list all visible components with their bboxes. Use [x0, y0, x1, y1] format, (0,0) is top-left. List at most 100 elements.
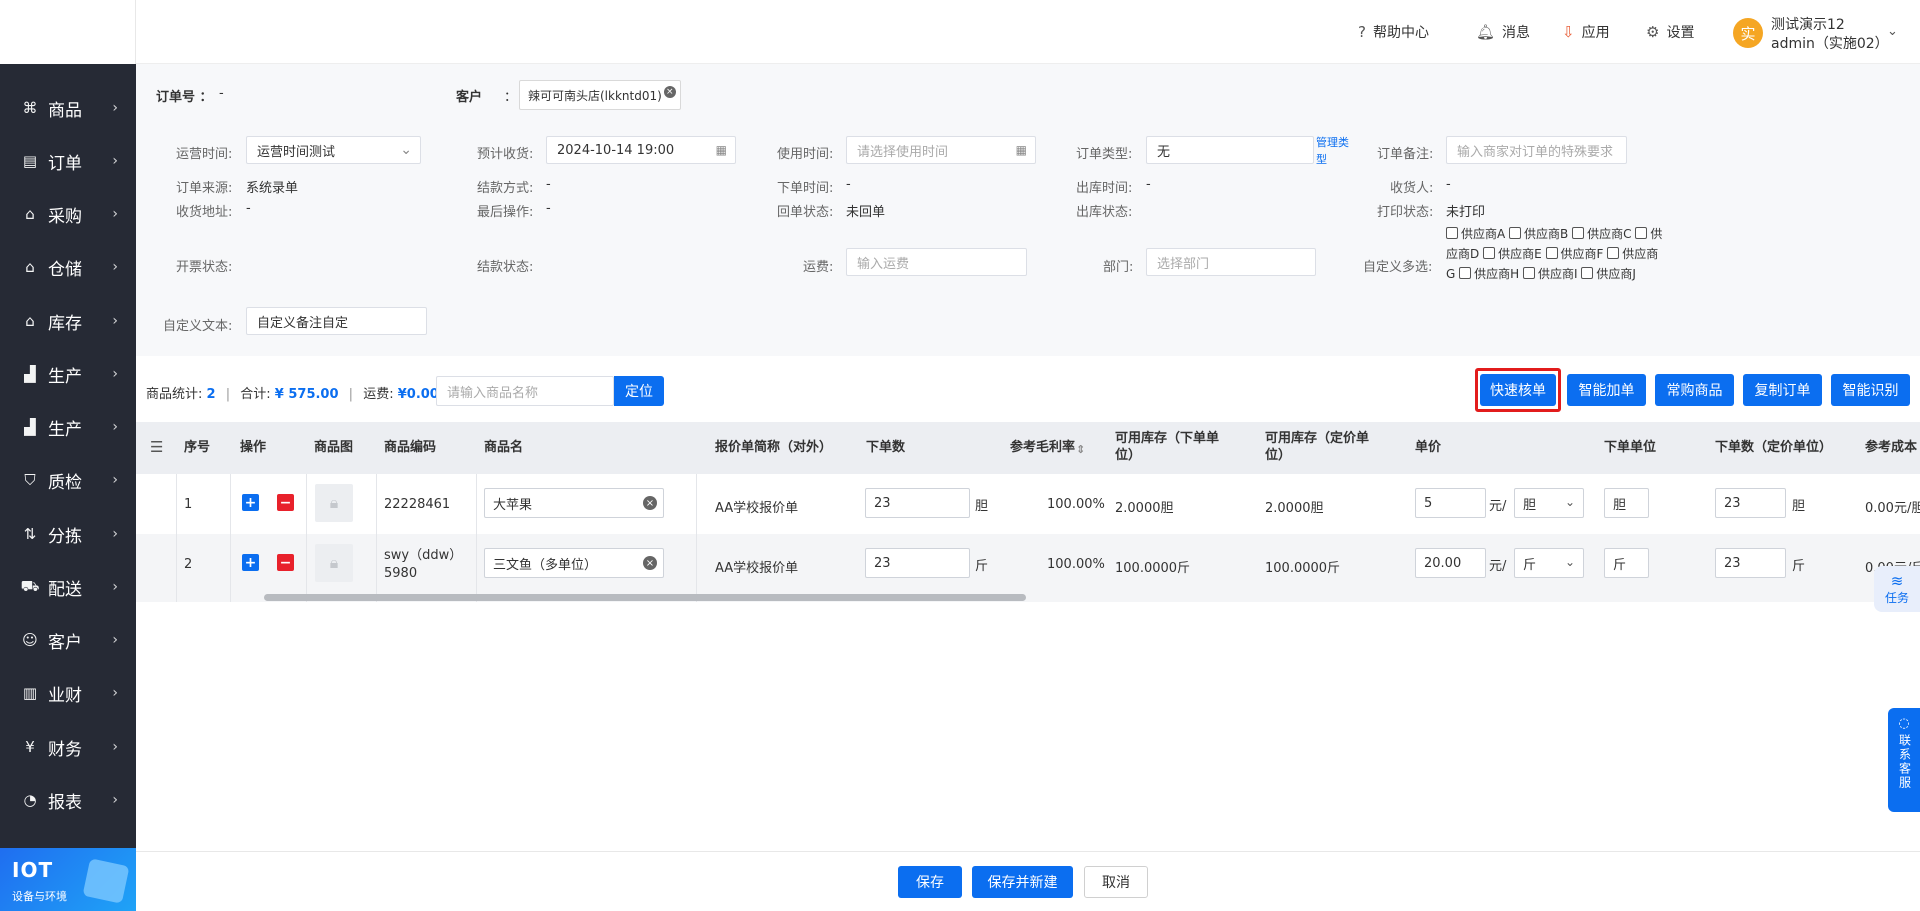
save-and-new-button[interactable]: 保存并新建: [972, 866, 1073, 898]
sidebar-item-goods[interactable]: ⌘ 商品 ›: [0, 88, 136, 128]
product-name-input[interactable]: 三文鱼（多单位） ×: [484, 548, 664, 578]
invoice-status-label: 开票状态:: [176, 260, 233, 275]
locate-button[interactable]: 定位: [614, 376, 664, 406]
messages-link[interactable]: 🔔︎ 消息: [1476, 22, 1530, 42]
qty-price-unit-input[interactable]: 23: [1715, 548, 1786, 578]
sidebar-item-warehouse[interactable]: ⌂ 仓储 ›: [0, 247, 136, 287]
chevron-down-icon[interactable]: ⌄: [1887, 24, 1898, 39]
sidebar-item-production-2[interactable]: ▟ 生产 ›: [0, 407, 136, 447]
col-header-order-unit: 下单单位: [1604, 440, 1657, 455]
receiver-label: 收货人:: [1390, 181, 1434, 196]
order-no-value: -: [219, 86, 224, 101]
column-divider: [696, 474, 697, 602]
save-button[interactable]: 保存: [898, 866, 962, 898]
iot-banner[interactable]: IOT 设备与环境: [0, 848, 136, 911]
customer-service-float-button[interactable]: ◌ 联系客服: [1888, 708, 1920, 812]
price-unit-select[interactable]: 胆 ⌄: [1514, 488, 1584, 518]
chevron-right-icon: ›: [112, 313, 118, 329]
clear-icon[interactable]: ×: [643, 556, 657, 570]
order-type-label: 订单类型:: [1076, 147, 1133, 162]
checkbox-option[interactable]: 供应商J: [1581, 267, 1636, 281]
sort-icon[interactable]: ⇕: [1076, 441, 1085, 458]
order-remark-input[interactable]: 输入商家对订单的特殊要求: [1446, 136, 1627, 164]
checkbox-option[interactable]: 供应商H: [1459, 267, 1519, 281]
order-unit-input[interactable]: 斤: [1604, 548, 1649, 578]
custom-text-input[interactable]: 自定义备注自定: [246, 307, 427, 335]
freight-input[interactable]: 输入运费: [846, 248, 1027, 276]
checkbox-option[interactable]: 供应商F: [1545, 247, 1603, 261]
frequent-products-button[interactable]: 常购商品: [1655, 374, 1734, 406]
price-unit-select[interactable]: 斤 ⌄: [1514, 548, 1584, 578]
product-search-input[interactable]: 请输入商品名称: [436, 376, 614, 406]
checkbox-option[interactable]: 供应商C: [1572, 227, 1632, 241]
avatar[interactable]: 实: [1733, 18, 1763, 48]
checkbox-option[interactable]: 供应商B: [1509, 227, 1568, 241]
chevron-down-icon: ⌄: [400, 142, 412, 158]
order-type-select[interactable]: 无: [1146, 136, 1314, 164]
price-input[interactable]: 5: [1415, 488, 1486, 518]
chevron-right-icon: ›: [112, 579, 118, 595]
dept-select[interactable]: 选择部门: [1146, 248, 1316, 276]
sidebar-item-production-1[interactable]: ▟ 生产 ›: [0, 354, 136, 394]
sidebar-item-business-finance[interactable]: ▥ 业财 ›: [0, 673, 136, 713]
app-icon: ⇩: [1562, 23, 1575, 41]
task-float-button[interactable]: ≋ 任务: [1874, 566, 1920, 612]
checkbox-option[interactable]: 供应商I: [1523, 267, 1578, 281]
user-name: 测试演示12: [1771, 17, 1845, 33]
quick-check-button[interactable]: 快速核单: [1480, 374, 1556, 406]
sidebar-item-sorting[interactable]: ⇅ 分拣 ›: [0, 514, 136, 554]
sidebar-item-orders[interactable]: ▤ 订单 ›: [0, 141, 136, 181]
clear-icon[interactable]: ×: [643, 496, 657, 510]
product-name-input[interactable]: 大苹果 ×: [484, 488, 664, 518]
checkbox-icon: [1581, 267, 1594, 279]
factory-icon: ▟: [24, 418, 36, 436]
copy-order-button[interactable]: 复制订单: [1743, 374, 1822, 406]
order-time-value: -: [846, 177, 851, 192]
sidebar-item-purchase[interactable]: ⌂ 采购 ›: [0, 194, 136, 234]
settings-link[interactable]: ⚙ 设置: [1646, 22, 1694, 42]
apps-link[interactable]: ⇩ 应用: [1562, 22, 1610, 42]
stock-order-value: 100.0000斤: [1115, 561, 1191, 576]
qty-input[interactable]: 23: [865, 488, 970, 518]
qty-input[interactable]: 23: [865, 548, 970, 578]
cancel-button[interactable]: 取消: [1084, 866, 1148, 898]
checkbox-option[interactable]: 供应商E: [1483, 247, 1542, 261]
checkbox-option[interactable]: 供应商A: [1446, 227, 1505, 241]
help-icon: ?: [1358, 23, 1366, 41]
checkbox-icon: [1509, 227, 1522, 239]
sidebar-item-finance[interactable]: ¥ 财务 ›: [0, 727, 136, 767]
chevron-right-icon: ›: [112, 366, 118, 382]
sidebar-item-quality[interactable]: ⛉ 质检 ›: [0, 460, 136, 500]
chevron-right-icon: ›: [112, 632, 118, 648]
op-time-select[interactable]: 运营时间测试 ⌄: [246, 136, 421, 164]
help-center-link[interactable]: ? 帮助中心: [1358, 22, 1429, 42]
add-row-icon[interactable]: +: [242, 494, 259, 511]
col-header-quote: 报价单简称（对外）: [715, 440, 833, 455]
column-settings-icon[interactable]: ☰: [150, 439, 163, 456]
checkbox-icon: [1545, 247, 1558, 259]
order-unit-input[interactable]: 胆: [1604, 488, 1649, 518]
smart-add-button[interactable]: 智能加单: [1567, 374, 1646, 406]
sidebar-item-inventory[interactable]: ⌂ 库存 ›: [0, 301, 136, 341]
sidebar-item-reports[interactable]: ◔ 报表 ›: [0, 780, 136, 820]
sidebar-item-customer[interactable]: ☺ 客户 ›: [0, 620, 136, 660]
dept-label: 部门:: [1103, 260, 1134, 275]
order-no-label: 订单号 ：: [156, 90, 213, 105]
sidebar-item-delivery[interactable]: ⛟ 配送 ›: [0, 567, 136, 607]
freight-value: ¥0.00: [397, 387, 439, 402]
expected-receipt-picker[interactable]: 2024-10-14 19:00 ▦: [546, 136, 736, 164]
customer-colon: ：: [504, 90, 518, 105]
remove-row-icon[interactable]: −: [277, 554, 294, 571]
horizontal-scrollbar[interactable]: [264, 594, 1026, 601]
layers-icon: ≋: [1890, 571, 1904, 590]
smart-recognize-button[interactable]: 智能识别: [1831, 374, 1910, 406]
use-time-picker[interactable]: 请选择使用时间 ▦: [846, 136, 1036, 164]
customer-select[interactable]: 辣可可南头店(lkkntd01) ×: [519, 80, 681, 110]
price-input[interactable]: 20.00: [1415, 548, 1486, 578]
stats-count: 2: [206, 387, 216, 402]
clear-icon[interactable]: ×: [663, 86, 676, 98]
manage-type-link[interactable]: 管理类型: [1316, 134, 1354, 168]
remove-row-icon[interactable]: −: [277, 494, 294, 511]
add-row-icon[interactable]: +: [242, 554, 259, 571]
qty-price-unit-input[interactable]: 23: [1715, 488, 1786, 518]
